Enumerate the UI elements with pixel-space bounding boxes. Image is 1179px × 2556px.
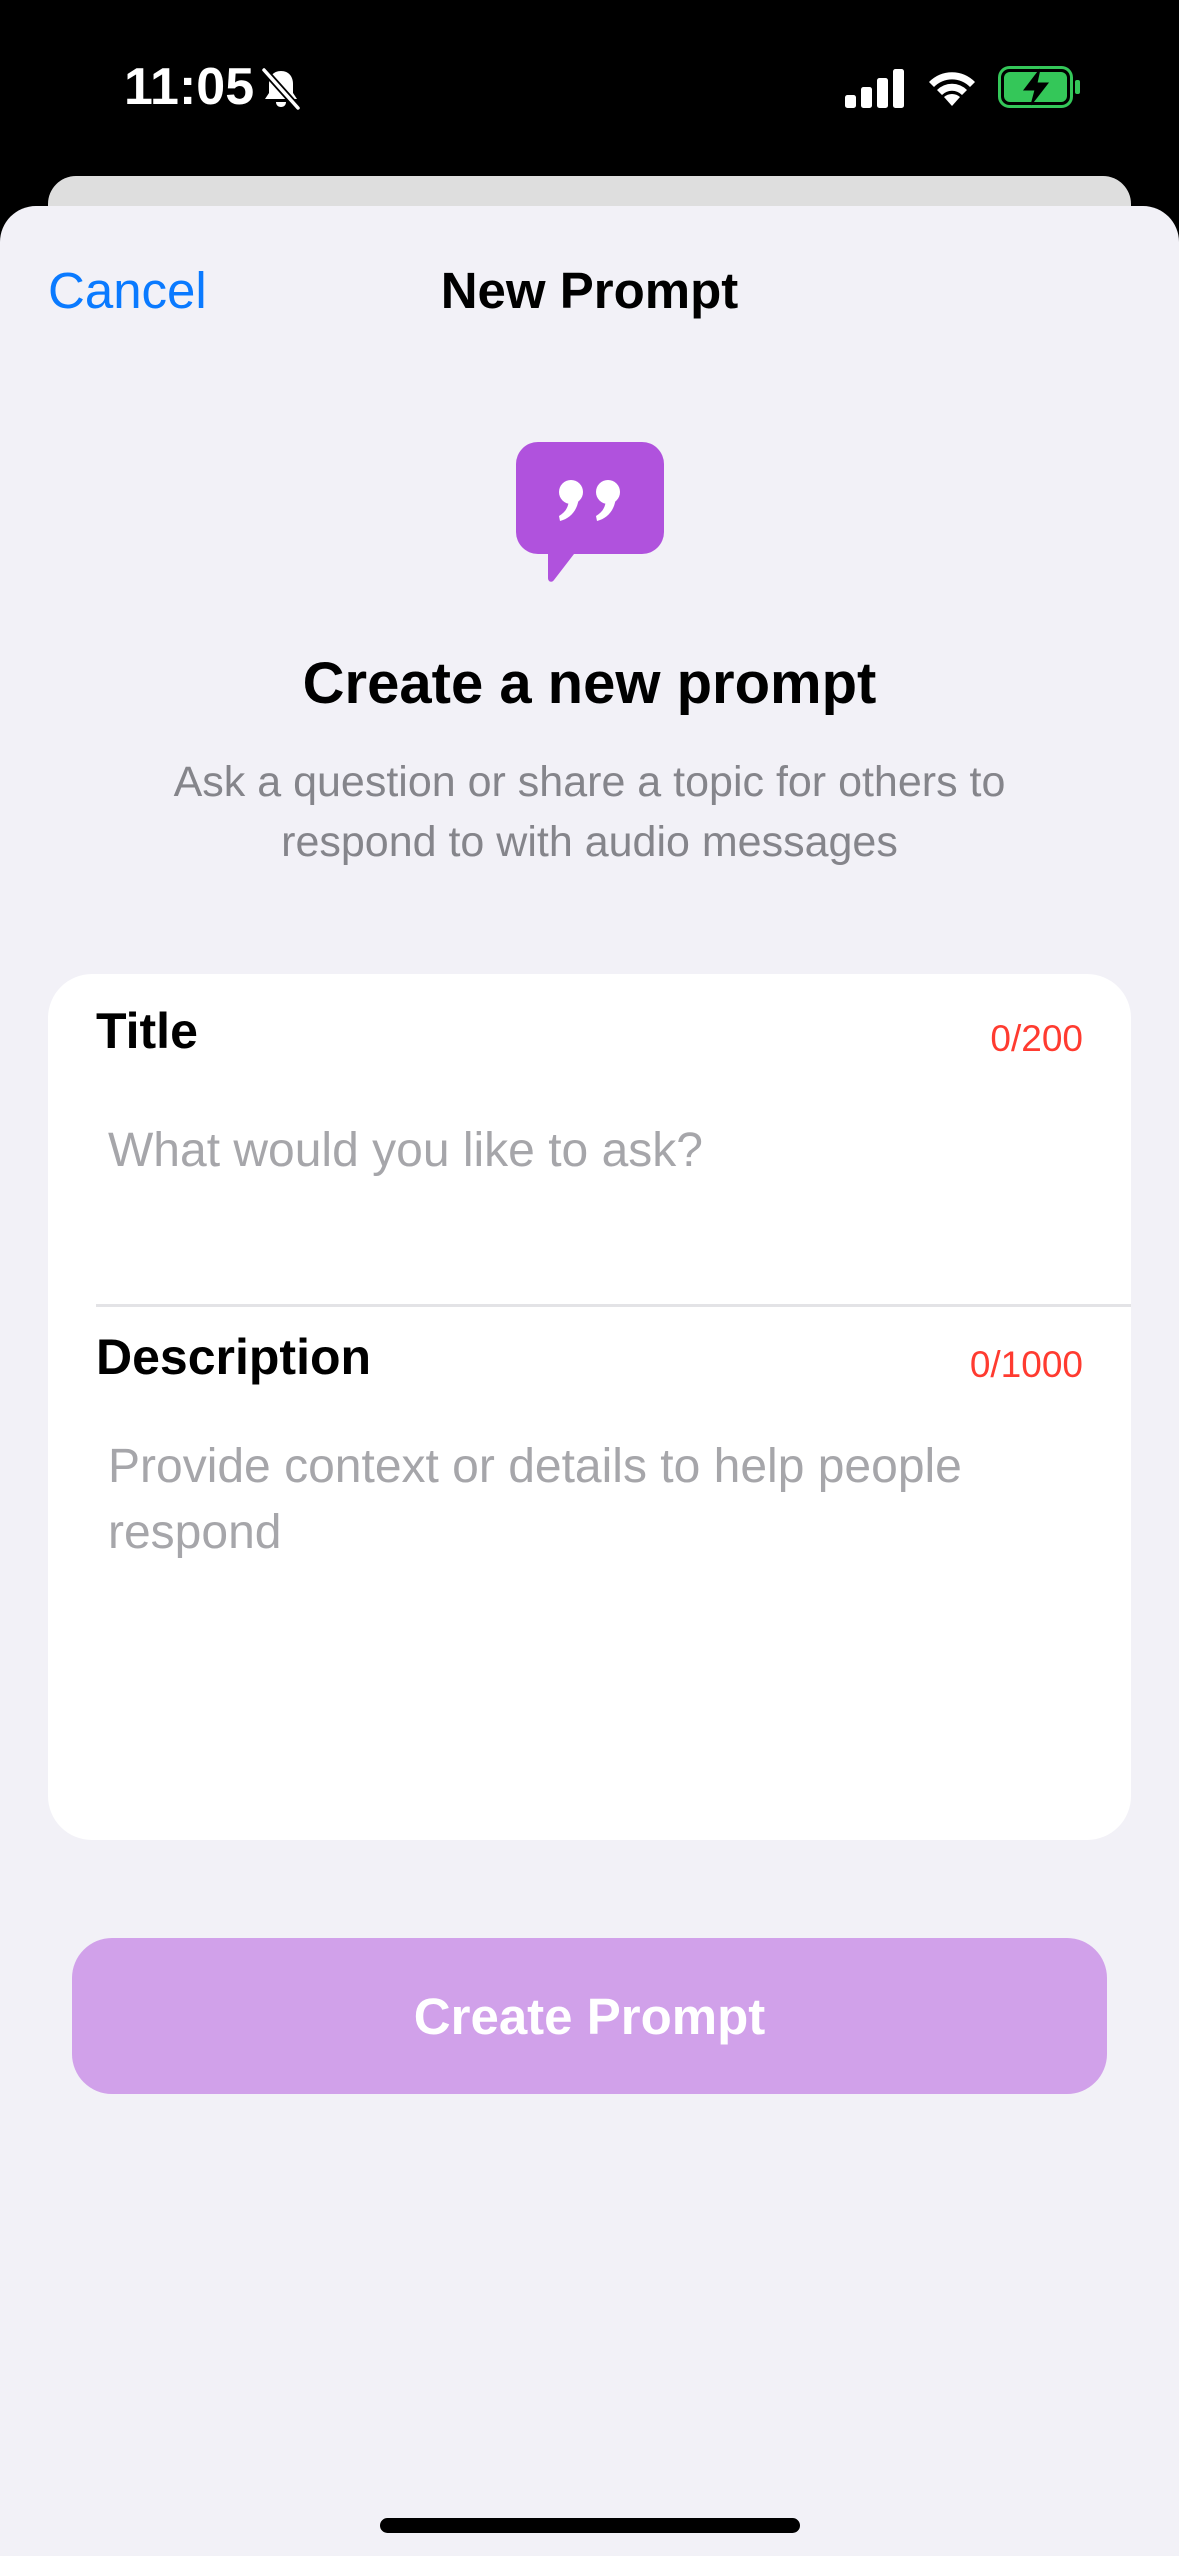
- status-time: 11:05: [124, 58, 255, 116]
- title-input[interactable]: [96, 1110, 1095, 1190]
- quote-bubble-icon: [516, 442, 664, 582]
- cellular-signal-icon: [845, 69, 904, 108]
- bell-slash-icon: [261, 67, 301, 111]
- cancel-button[interactable]: Cancel: [48, 256, 207, 326]
- wifi-icon: [929, 72, 975, 106]
- description-input[interactable]: [96, 1434, 1095, 1794]
- description-counter: 0/1000: [969, 1344, 1083, 1385]
- battery-charging-icon: [998, 66, 1080, 108]
- prompt-form-card: Title 0/200 Description 0/1000: [48, 974, 1131, 1840]
- new-prompt-sheet: New Prompt Cancel Create a new prompt As…: [0, 206, 1179, 2556]
- description-label: Description: [96, 1329, 372, 1385]
- hero-subtitle: Ask a question or share a topic for othe…: [173, 758, 1006, 866]
- title-label: Title: [96, 1003, 198, 1059]
- home-indicator[interactable]: [380, 2518, 800, 2533]
- create-prompt-label: Create Prompt: [413, 1987, 766, 2045]
- field-divider: [96, 1304, 1131, 1307]
- create-prompt-button[interactable]: Create Prompt: [72, 1938, 1107, 2094]
- hero-heading: Create a new prompt: [302, 651, 877, 716]
- screen: 11:05 New Prompt Cancel Create a new pro…: [0, 0, 1179, 2556]
- title-counter: 0/200: [990, 1018, 1083, 1059]
- status-bar: 11:05: [0, 0, 1179, 176]
